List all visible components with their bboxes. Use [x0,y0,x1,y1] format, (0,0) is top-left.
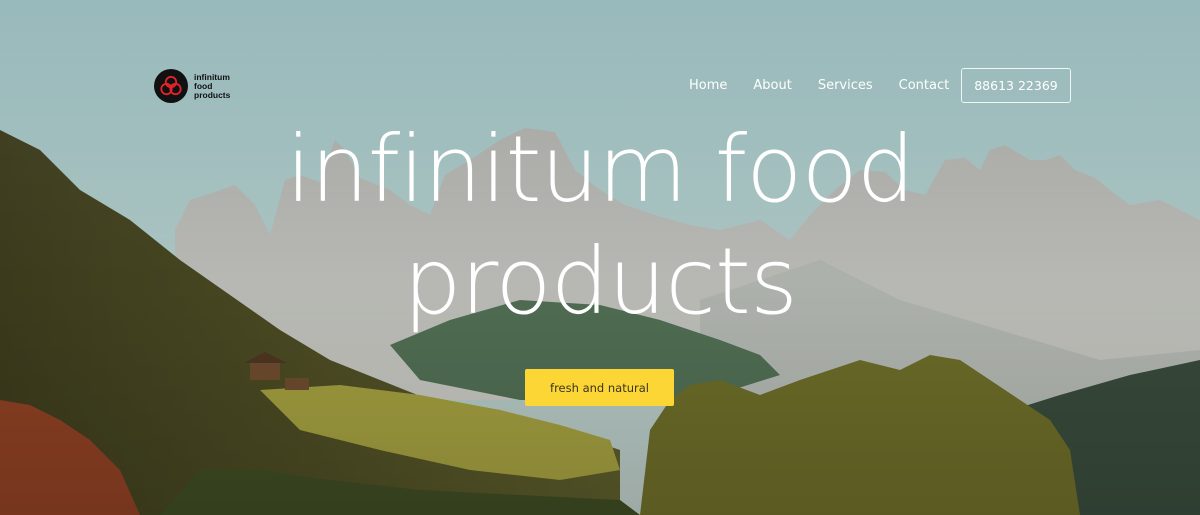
phone-button[interactable]: 88613 22369 [961,68,1071,103]
nav-link-contact[interactable]: Contact [899,77,950,95]
brand-logo[interactable]: infinitum food products [154,69,240,103]
hero-title: infinitum food products [0,114,1200,338]
nav-link-home[interactable]: Home [689,77,727,95]
nav-link-about[interactable]: About [753,77,791,95]
brand-name: infinitum food products [194,72,240,100]
nav-link-services[interactable]: Services [818,77,873,95]
brand-name-line: products [194,89,231,100]
cta-button[interactable]: fresh and natural [525,369,674,406]
main-nav: Home About Services Contact [689,77,949,95]
hero-title-line: products [403,228,798,335]
hero-title-line: infinitum food [285,116,915,223]
hero-section: infinitum food products Home About Servi… [0,0,1200,515]
logo-mark-icon [154,69,188,103]
